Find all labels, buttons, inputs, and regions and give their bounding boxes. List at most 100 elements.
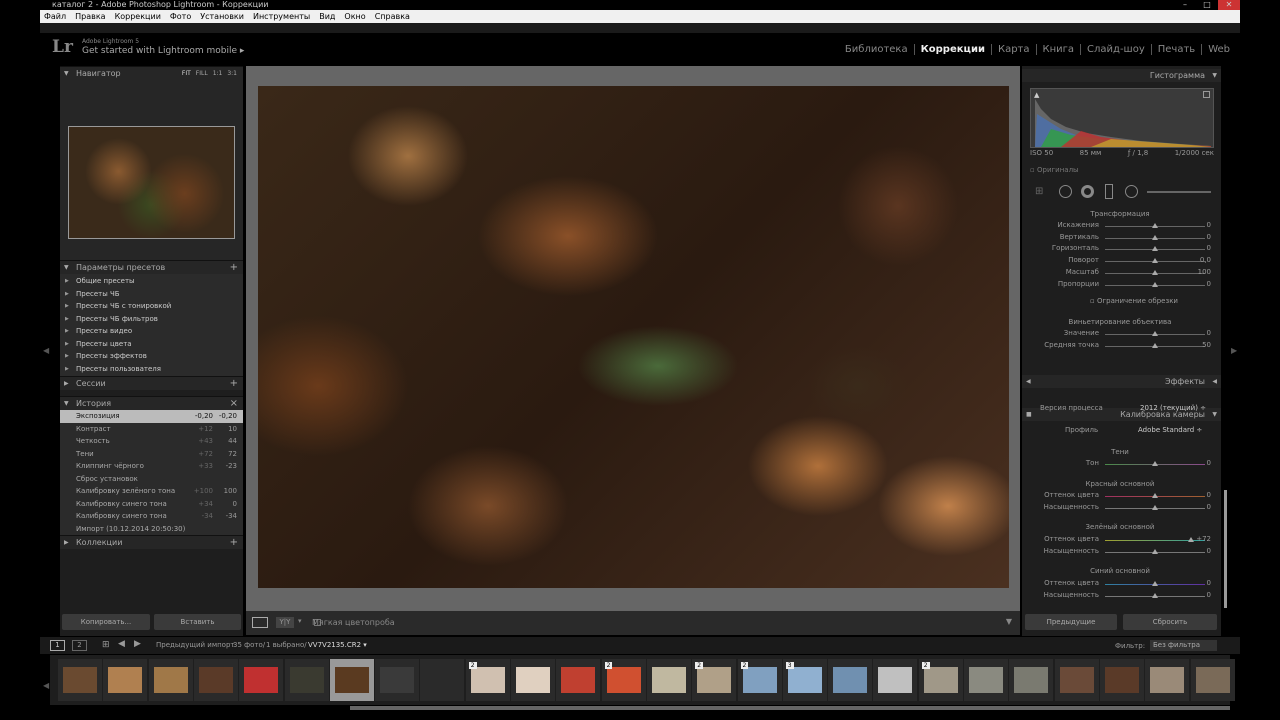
slider-value[interactable]: 50 [1181,341,1211,349]
slider-knob[interactable] [1152,493,1158,498]
original-photo-toggle[interactable]: ▫ Оригиналы [1030,166,1079,174]
preset-folder[interactable]: Пресеты пользователя [60,363,243,376]
slider-knob[interactable] [1152,234,1158,240]
current-file[interactable]: VV7V2135.CR2 ▾ [308,641,367,649]
zoom-option[interactable]: FIT [182,67,191,81]
slider-value[interactable]: 0,0 [1181,256,1211,264]
history-step[interactable]: Сброс установок [60,473,243,486]
filmstrip-thumbnail[interactable] [1190,659,1235,701]
left-panel-toggle-icon[interactable]: ◀ [43,346,49,355]
slider-value[interactable]: 0 [1181,221,1211,229]
filmstrip-thumbnail[interactable] [239,659,284,701]
slider-knob[interactable] [1152,331,1158,336]
navigator-header[interactable]: ▼ Навигатор FIT FILL 1:1 3:1 [60,66,243,80]
slider-knob[interactable] [1152,223,1158,228]
module-tab[interactable]: Карта [992,44,1037,55]
filmstrip-thumbnail[interactable] [329,659,374,701]
filmstrip-thumbnail[interactable]: 2 [692,659,737,701]
filmstrip-thumbnail[interactable] [284,659,329,701]
zoom-option[interactable]: 3:1 [227,67,237,81]
filmstrip-thumbnail[interactable]: 2 [465,659,510,701]
slider-value[interactable]: 0 [1181,547,1211,555]
clipping-shadow-icon[interactable]: ▲ [1034,91,1039,99]
right-panel-scrollbar[interactable] [1224,490,1227,608]
add-icon[interactable]: + [230,536,238,550]
page-1-button[interactable]: 1 [50,640,65,651]
histogram-header[interactable]: Гистограмма ▼ [1022,69,1221,82]
presets-header[interactable]: ▼ Параметры пресетов + [60,260,243,274]
mobile-link[interactable]: Get started with Lightroom mobile ▸ [82,46,244,56]
previous-button[interactable]: Предыдущие [1025,614,1117,630]
back-arrow-icon[interactable]: ◀ [118,639,125,649]
preset-folder[interactable]: Пресеты видео [60,325,243,338]
menu-item[interactable]: Правка [75,12,105,21]
slider-value[interactable]: 0 [1181,280,1211,288]
slider-knob[interactable] [1152,269,1158,275]
module-tab[interactable]: Печать [1152,44,1203,55]
constrain-crop-checkbox[interactable]: ▫ Ограничение обрезки [1090,297,1178,305]
sessions-header[interactable]: ▶ Сессии + [60,376,243,390]
module-tab[interactable]: Книга [1037,44,1082,55]
menu-item[interactable]: Файл [44,12,66,21]
clipping-highlight-icon[interactable] [1203,91,1210,98]
toolbar-menu-icon[interactable]: ▼ [1006,617,1012,626]
slider-value[interactable]: 0 [1181,491,1211,499]
close-icon[interactable]: ✕ [1218,0,1240,10]
loupe-view-icon[interactable] [252,617,268,628]
photo-preview[interactable] [258,86,1009,588]
menu-item[interactable]: Справка [375,12,410,21]
navigator-thumbnail[interactable] [68,126,235,239]
minimize-icon[interactable]: – [1174,0,1196,10]
right-panel-toggle-icon[interactable]: ▶ [1231,346,1237,355]
slider-knob[interactable] [1152,549,1158,554]
crop-icon[interactable]: ⊞ [1035,186,1043,197]
slider-knob[interactable] [1152,581,1158,586]
history-step[interactable]: Импорт (10.12.2014 20:50:30) [60,523,243,536]
slider-value[interactable]: 0 [1181,591,1211,599]
slider-knob[interactable] [1152,593,1158,598]
menu-item[interactable]: Фото [170,12,191,21]
history-step[interactable]: Контраст +12 10 [60,423,243,436]
history-step[interactable]: Тени +72 72 [60,448,243,461]
history-header[interactable]: ▼ История × [60,396,243,410]
slider-value[interactable]: 0 [1181,233,1211,241]
slider-value[interactable]: 0 [1181,459,1211,467]
slider-knob[interactable] [1152,461,1158,466]
history-step[interactable]: Калибровку синего тона +34 0 [60,498,243,511]
filmstrip-thumbnail[interactable] [828,659,873,701]
menu-item[interactable]: Коррекции [115,12,161,21]
histogram-chart[interactable]: ▲ [1030,88,1214,148]
filmstrip-thumbnail[interactable]: 2 [737,659,782,701]
module-tab[interactable]: Web [1202,44,1230,55]
brush-slider[interactable] [1147,191,1211,193]
menu-item[interactable]: Окно [344,12,365,21]
history-step[interactable]: Калибровку зелёного тона +100 100 [60,485,243,498]
slider-knob[interactable] [1152,246,1158,252]
slider-value[interactable]: 100 [1181,268,1211,276]
filmstrip-thumbnail[interactable] [375,659,420,701]
slider-knob[interactable] [1152,281,1158,287]
slider-value[interactable]: 0 [1181,579,1211,587]
top-panel-toggle[interactable] [40,23,1240,33]
profile-select[interactable]: Adobe Standard ÷ [1138,426,1202,434]
slider-knob[interactable] [1152,343,1158,348]
navigator-preview[interactable] [60,80,243,260]
preset-folder[interactable]: Пресеты ЧБ с тонировкой [60,300,243,313]
filmstrip-thumbnail[interactable]: 3 [782,659,827,701]
clear-history-icon[interactable]: × [230,397,238,411]
filmstrip-thumbnail[interactable]: 2 [918,659,963,701]
radial-filter-icon[interactable] [1125,185,1138,198]
graduated-filter-icon[interactable] [1105,184,1113,199]
filmstrip-thumbnail[interactable]: 2 [601,659,646,701]
slider-value[interactable]: +72 [1181,535,1211,543]
menu-item[interactable]: Вид [319,12,335,21]
module-tab[interactable]: Коррекции [915,44,992,55]
forward-arrow-icon[interactable]: ▶ [134,639,141,649]
effects-header[interactable]: ◀ Эффекты ◀ [1022,375,1221,388]
slider-knob[interactable] [1152,258,1158,264]
module-tab[interactable]: Библиотека [839,44,915,55]
copy-button[interactable]: Копировать... [62,614,150,630]
menu-item[interactable]: Установки [200,12,244,21]
menu-item[interactable]: Инструменты [253,12,310,21]
preset-folder[interactable]: Пресеты ЧБ [60,288,243,301]
